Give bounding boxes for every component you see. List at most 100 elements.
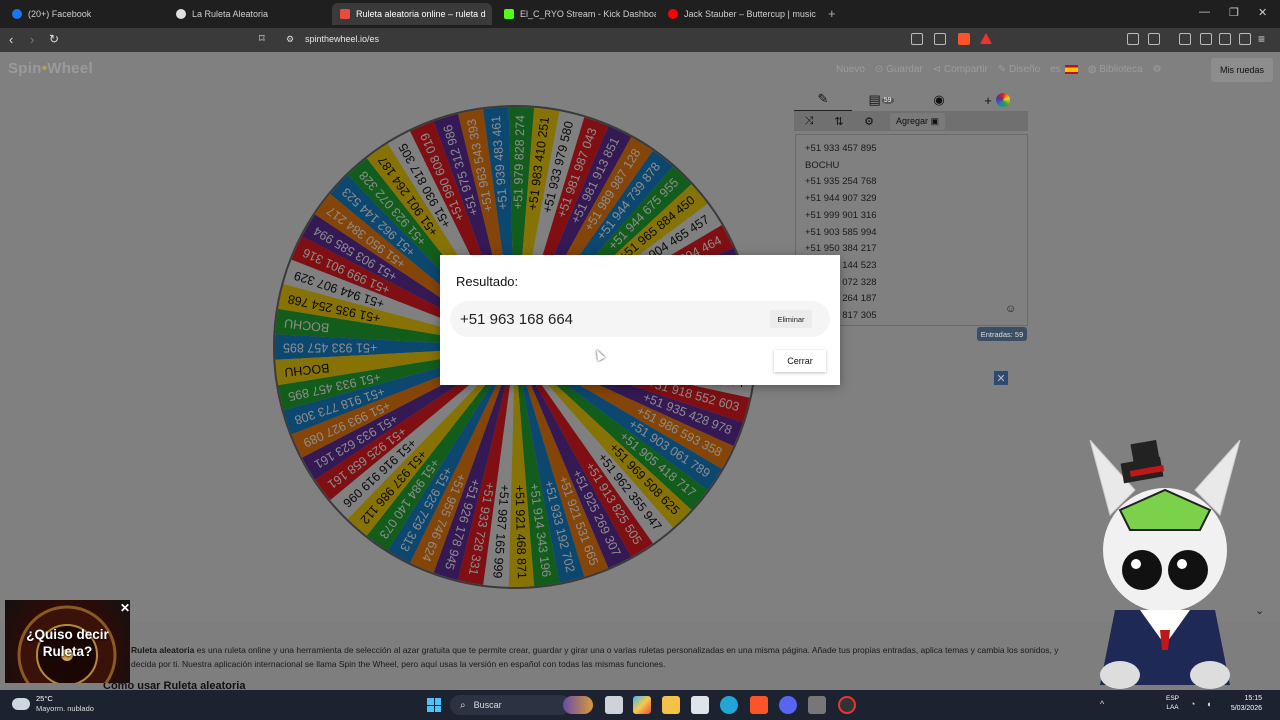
brave-shield-icon[interactable] xyxy=(958,33,970,45)
clock-time: 15:15 xyxy=(1244,695,1262,702)
close-icon[interactable]: ✕ xyxy=(118,601,130,615)
menu-diseno[interactable]: ✎ Diseño xyxy=(998,64,1040,75)
menu-language[interactable]: es xyxy=(1050,64,1078,75)
menu-guardar[interactable]: ⊙ Guardar xyxy=(875,64,923,75)
tab-ruleta-aleatoria[interactable]: La Ruleta Aleatoria xyxy=(168,3,328,25)
logo-text-spin: Spin xyxy=(8,60,42,77)
leo-icon[interactable] xyxy=(1219,33,1231,45)
tab-kick[interactable]: El_C_RYO Stream - Kick Dashboard xyxy=(496,3,656,25)
results-count-badge: 59 xyxy=(881,96,894,104)
new-tab-icon[interactable]: + xyxy=(828,6,836,21)
task-view-icon[interactable] xyxy=(605,696,623,714)
copilot-icon[interactable] xyxy=(633,696,651,714)
cerrar-button[interactable]: Cerrar xyxy=(774,350,826,372)
reader-icon[interactable] xyxy=(911,33,923,45)
menu-guardar-label: Guardar xyxy=(886,64,923,75)
close-ad-icon[interactable]: ✕ xyxy=(994,371,1008,385)
shuffle-icon[interactable]: ⤨ xyxy=(794,115,824,128)
discord-icon[interactable] xyxy=(779,696,797,714)
result-box: +51 963 168 664 Eliminar xyxy=(450,301,830,337)
tab-facebook[interactable]: (20+) Facebook xyxy=(4,3,164,25)
tab-hide[interactable]: ◉ xyxy=(910,88,968,112)
taskbar-clock[interactable]: 15:15 5/03/2026 xyxy=(1222,694,1262,714)
weather-desc: Mayorm. nublado xyxy=(36,704,94,713)
store-icon[interactable] xyxy=(691,696,709,714)
dialog-title: Resultado: xyxy=(456,274,519,289)
brave-rewards-icon[interactable] xyxy=(980,33,992,44)
menu-biblioteca[interactable]: ◍ Biblioteca xyxy=(1088,64,1143,75)
brave-icon[interactable] xyxy=(750,696,768,714)
taskbar-search[interactable]: ⌕ Buscar xyxy=(450,695,570,715)
windows-start-icon[interactable] xyxy=(427,698,441,712)
obs-icon[interactable] xyxy=(838,696,856,714)
weather-widget[interactable]: 25°C Mayorm. nublado xyxy=(12,694,94,714)
url-field[interactable]: spinthewheel.io/es xyxy=(305,34,379,44)
menu-nuevo[interactable]: Nuevo xyxy=(836,64,865,75)
result-value: +51 963 168 664 xyxy=(460,311,574,328)
tab-edit[interactable]: ✎ xyxy=(794,88,852,112)
widgets-icon[interactable] xyxy=(563,696,593,714)
promo-text: ¿Quiso decir Ruleta? xyxy=(26,627,109,659)
network-icon[interactable]: ◔ xyxy=(1190,699,1195,709)
reload-icon[interactable]: ↻ xyxy=(49,32,59,46)
description-bold: Ruleta aleatoria xyxy=(131,645,195,655)
weather-temp: 25°C xyxy=(36,694,53,703)
clock-date: 5/03/2026 xyxy=(1230,705,1262,712)
plus-icon: + xyxy=(984,92,992,108)
site-logo[interactable]: Spin•Wheel xyxy=(8,60,93,77)
back-icon[interactable]: ‹ xyxy=(9,32,13,47)
sort-icon[interactable]: ⇅ xyxy=(824,115,854,128)
agregar-image-button[interactable]: Agregar ▣ xyxy=(890,112,946,130)
tab-results[interactable]: ▤ 59 xyxy=(852,88,910,112)
promo-overlay: ¿Quiso decir Ruleta? ✕ xyxy=(5,600,130,683)
forward-icon[interactable]: › xyxy=(30,32,34,47)
settings-icon[interactable]: ⚙ xyxy=(1153,64,1162,75)
share-icon[interactable] xyxy=(934,33,946,45)
globe-icon xyxy=(176,9,186,19)
lang-layout: LAA xyxy=(1166,704,1179,711)
menu-compartir[interactable]: ⊲ Compartir xyxy=(933,64,988,75)
site-info-icon[interactable]: ⚙ xyxy=(286,34,294,45)
vpn-icon[interactable] xyxy=(1239,33,1251,45)
bookmark-icon[interactable]: ⌑ xyxy=(259,32,265,45)
save-icon: ⊙ xyxy=(874,64,887,75)
entry-line: +51 903 585 994 xyxy=(805,226,877,238)
chevron-down-icon[interactable]: ⌄ xyxy=(1255,604,1264,617)
tab-youtube-music[interactable]: Jack Stauber – Buttercup | music xyxy=(660,3,820,25)
vtuber-mascot xyxy=(1089,439,1241,689)
sidebar-icon[interactable] xyxy=(1179,33,1191,45)
menu-icon[interactable]: ≡ xyxy=(1258,32,1265,46)
settings-icon[interactable]: ⚙ xyxy=(854,115,884,128)
file-explorer-icon[interactable] xyxy=(662,696,680,714)
tab-groups-icon[interactable] xyxy=(1148,33,1160,45)
tab-label: Jack Stauber – Buttercup | music xyxy=(684,9,816,19)
tab-label: La Ruleta Aleatoria xyxy=(192,9,269,19)
facebook-icon xyxy=(12,9,22,19)
tray-chevron-icon[interactable]: ^ xyxy=(1100,699,1104,709)
image-icon: ▣ xyxy=(930,115,940,126)
tab-add-wheel[interactable]: + xyxy=(968,88,1026,112)
volume-icon[interactable]: ◖ xyxy=(1206,699,1211,709)
extensions-icon[interactable] xyxy=(1127,33,1139,45)
entry-line: +51 933 457 895 xyxy=(805,143,877,154)
edge-icon[interactable] xyxy=(720,696,738,714)
app-icon[interactable] xyxy=(808,696,826,714)
mis-ruedas-button[interactable]: Mis ruedas xyxy=(1211,58,1273,82)
emoji-icon[interactable]: ☺ xyxy=(1005,303,1016,315)
wallet-icon[interactable] xyxy=(1200,33,1212,45)
eliminar-button[interactable]: Eliminar xyxy=(770,310,812,328)
wheel-slice-label: +51 979 828 274 xyxy=(511,115,528,210)
close-window-icon[interactable]: ✕ xyxy=(1258,6,1267,19)
eye-off-icon: ◉ xyxy=(933,92,945,107)
wheel-favicon-icon xyxy=(340,9,350,19)
tab-spinthewheel[interactable]: Ruleta aleatoria online – ruleta d ✕ xyxy=(332,3,492,25)
minimize-icon[interactable]: — xyxy=(1199,6,1210,18)
input-language[interactable]: ESP LAA xyxy=(1166,694,1179,712)
maximize-icon[interactable]: ❐ xyxy=(1229,6,1239,19)
top-menu: Nuevo ⊙ Guardar ⊲ Compartir ✎ Diseño es … xyxy=(836,64,1162,75)
tab-label: El_C_RYO Stream - Kick Dashboard xyxy=(520,9,656,19)
menu-diseno-label: Diseño xyxy=(1009,64,1041,75)
description-line-2: decida por ti. Nuestra aplicación intern… xyxy=(131,659,666,669)
result-dialog: Resultado: +51 963 168 664 Eliminar Cerr… xyxy=(440,255,840,385)
menu-compartir-label: Compartir xyxy=(943,64,988,75)
